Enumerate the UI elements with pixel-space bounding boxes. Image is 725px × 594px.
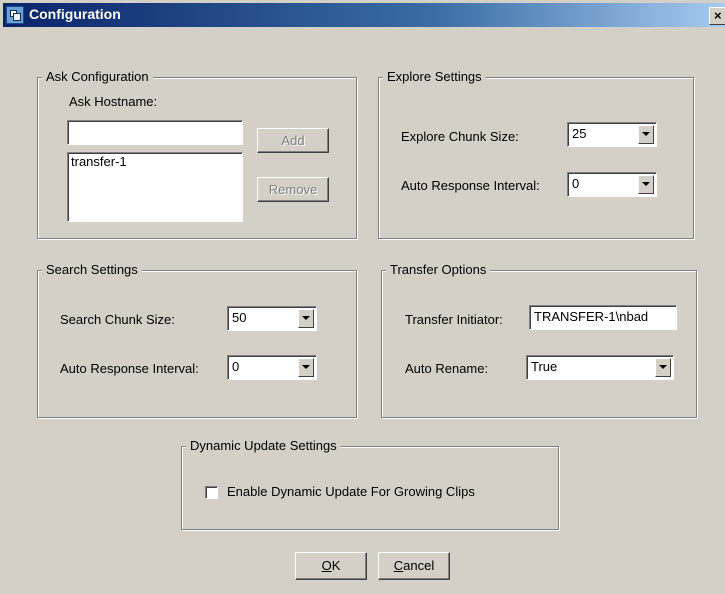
explore-interval-value: 0 (572, 176, 580, 191)
explore-settings-group: Explore Settings Explore Chunk Size: 25 … (378, 69, 694, 239)
chevron-down-icon[interactable] (298, 309, 314, 328)
configuration-dialog: Configuration × Ask Configuration Ask Ho… (0, 0, 725, 594)
dynamic-update-group: Dynamic Update Settings Enable Dynamic U… (181, 438, 559, 530)
search-chunk-size-label: Search Chunk Size: (60, 312, 175, 327)
search-interval-value: 0 (232, 359, 240, 374)
title-bar[interactable]: Configuration × (3, 3, 725, 27)
ask-configuration-legend: Ask Configuration (42, 69, 153, 85)
ask-hostname-list[interactable]: transfer-1 (67, 152, 243, 222)
cancel-mnemonic: C (393, 558, 404, 573)
explore-settings-legend: Explore Settings (383, 69, 486, 85)
auto-rename-label: Auto Rename: (405, 361, 489, 376)
explore-interval-select[interactable]: 0 (567, 172, 657, 197)
window-title: Configuration (29, 6, 121, 22)
ok-button[interactable]: OK (295, 552, 367, 580)
explore-chunk-size-label: Explore Chunk Size: (401, 129, 519, 144)
chevron-down-icon[interactable] (655, 358, 671, 377)
cancel-label: ancel (403, 558, 435, 573)
search-settings-legend: Search Settings (42, 262, 142, 278)
auto-rename-value: True (531, 359, 558, 374)
chevron-down-icon[interactable] (298, 358, 314, 377)
remove-button[interactable]: Remove (257, 177, 329, 202)
search-settings-group: Search Settings Search Chunk Size: 50 Au… (37, 262, 357, 418)
ok-label: K (331, 558, 341, 573)
search-interval-label: Auto Response Interval: (60, 361, 199, 376)
auto-rename-select[interactable]: True (526, 355, 674, 380)
search-chunk-size-value: 50 (232, 310, 247, 325)
transfer-initiator-label: Transfer Initiator: (405, 312, 503, 327)
transfer-options-group: Transfer Options Transfer Initiator: TRA… (381, 262, 697, 418)
transfer-initiator-value: TRANSFER-1\nbad (534, 309, 649, 324)
dynamic-update-checkbox[interactable] (205, 486, 218, 499)
dynamic-update-checkbox-label[interactable]: Enable Dynamic Update For Growing Clips (227, 484, 475, 500)
search-interval-select[interactable]: 0 (227, 355, 317, 380)
chevron-down-icon[interactable] (638, 125, 654, 144)
ok-mnemonic: O (321, 558, 332, 573)
chevron-down-icon[interactable] (638, 175, 654, 194)
transfer-initiator-input[interactable]: TRANSFER-1\nbad (529, 305, 677, 330)
explore-interval-label: Auto Response Interval: (401, 178, 540, 193)
explore-chunk-size-select[interactable]: 25 (567, 122, 657, 147)
ask-configuration-group: Ask Configuration Ask Hostname: transfer… (37, 69, 357, 239)
ask-hostname-input[interactable] (67, 120, 243, 145)
cancel-button[interactable]: Cancel (378, 552, 450, 580)
transfer-options-legend: Transfer Options (386, 262, 491, 278)
dynamic-update-legend: Dynamic Update Settings (186, 438, 341, 454)
search-chunk-size-select[interactable]: 50 (227, 306, 317, 331)
explore-chunk-size-value: 25 (572, 126, 587, 141)
list-item[interactable]: transfer-1 (71, 154, 127, 170)
add-button[interactable]: Add (257, 128, 329, 153)
app-icon (6, 6, 24, 24)
close-button[interactable]: × (709, 7, 725, 25)
ask-hostname-label: Ask Hostname: (69, 94, 158, 109)
